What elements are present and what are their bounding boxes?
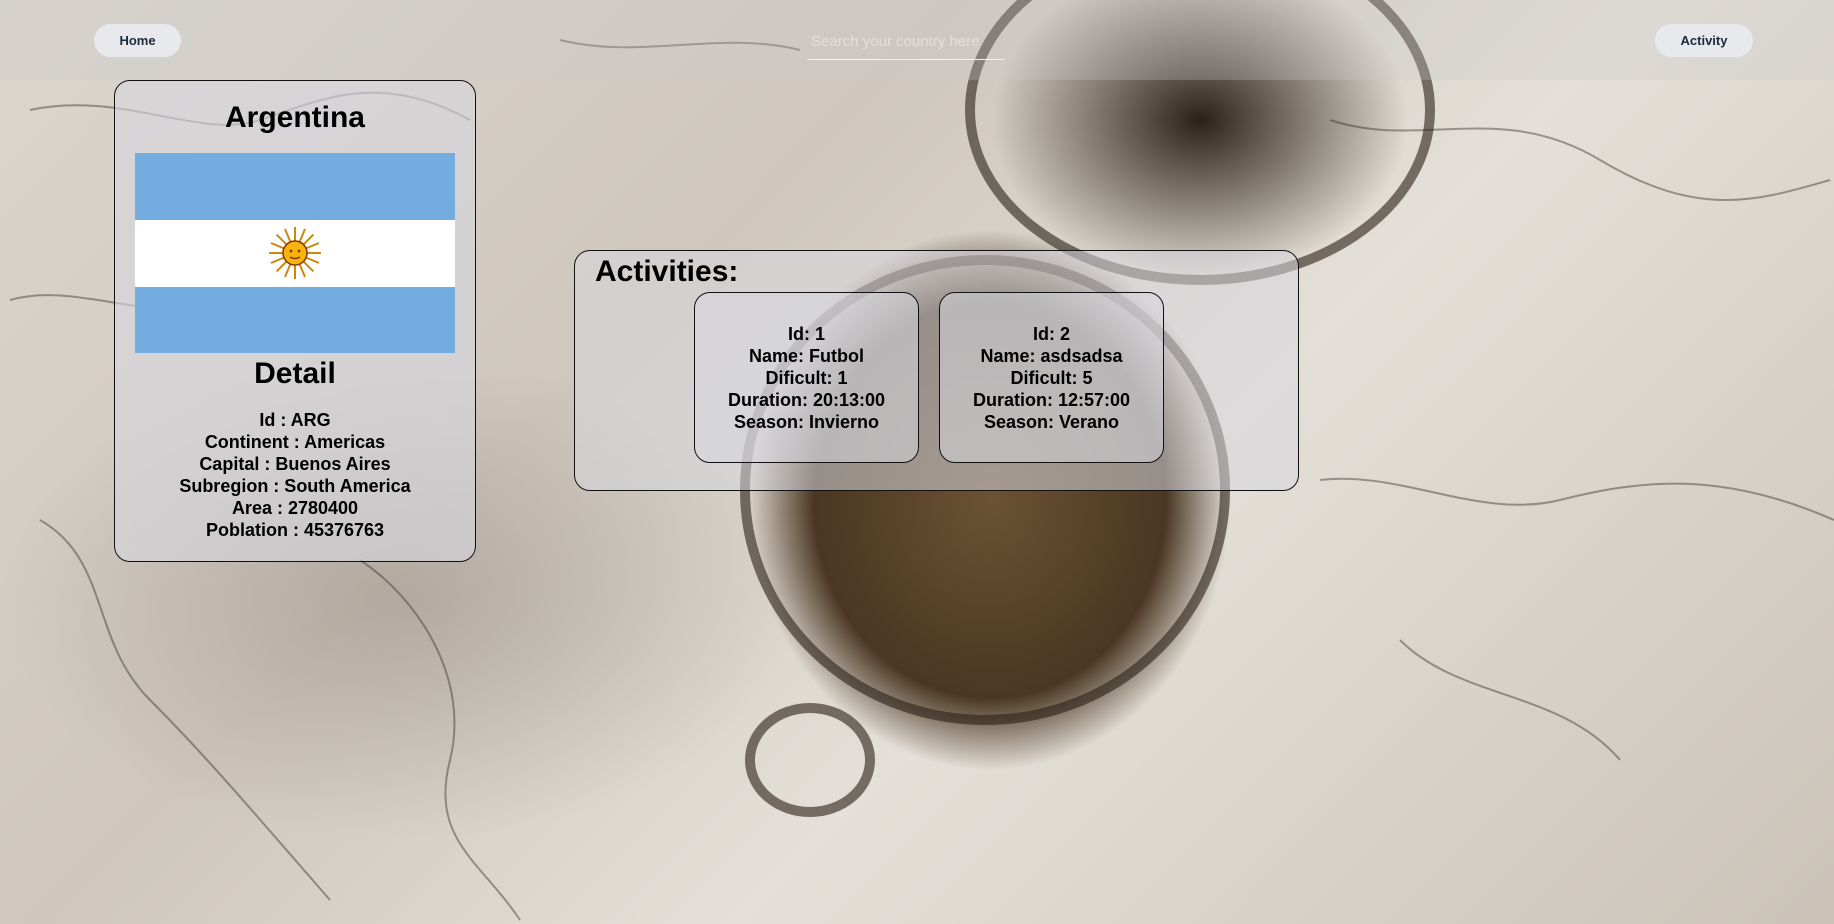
home-button[interactable]: Home — [94, 24, 181, 57]
country-detail-card: Argentina Detail Id : ARG Continent : Am… — [114, 80, 476, 562]
activity-duration: Duration: 12:57:00 — [972, 390, 1131, 410]
activity-difficulty: Dificult: 5 — [1010, 368, 1093, 388]
activity-season: Season: Invierno — [733, 412, 880, 432]
activity-season: Season: Verano — [983, 412, 1120, 432]
country-detail-list: Id : ARG Continent : Americas Capital : … — [115, 409, 475, 541]
activity-name: Name: Futbol — [749, 346, 864, 366]
activity-card: Id: 1 Name: Futbol Dificult: 1 Duration:… — [694, 292, 919, 463]
country-name: Argentina — [224, 101, 365, 134]
country-id: Id : ARG — [259, 410, 331, 430]
activity-duration: Duration: 20:13:00 — [727, 390, 886, 410]
activity-id: Id: 1 — [787, 324, 825, 344]
country-population: Poblation : 45376763 — [205, 520, 385, 540]
country-capital: Capital : Buenos Aires — [199, 454, 391, 474]
sun-of-may-icon — [269, 227, 321, 279]
activity-card: Id: 2 Name: asdsadsa Dificult: 5 Duratio… — [939, 292, 1164, 463]
flag-stripe-top — [135, 153, 455, 220]
top-navigation-bar: Home Activity — [0, 0, 1834, 80]
country-flag-image — [135, 153, 455, 353]
activity-difficulty: Dificult: 1 — [765, 368, 848, 388]
country-area: Area : 2780400 — [231, 498, 359, 518]
activities-heading: Activities: — [595, 255, 739, 288]
activities-panel: Activities: Id: 1 Name: Futbol Dificult:… — [574, 250, 1299, 491]
activity-name: Name: asdsadsa — [980, 346, 1123, 366]
detail-heading: Detail — [254, 357, 336, 390]
country-continent: Continent : Americas — [204, 432, 386, 452]
country-subregion: Subregion : South America — [179, 476, 411, 496]
search-input[interactable] — [807, 24, 1005, 60]
flag-stripe-bottom — [135, 287, 455, 353]
activity-button[interactable]: Activity — [1655, 24, 1753, 57]
activity-id: Id: 2 — [1032, 324, 1070, 344]
